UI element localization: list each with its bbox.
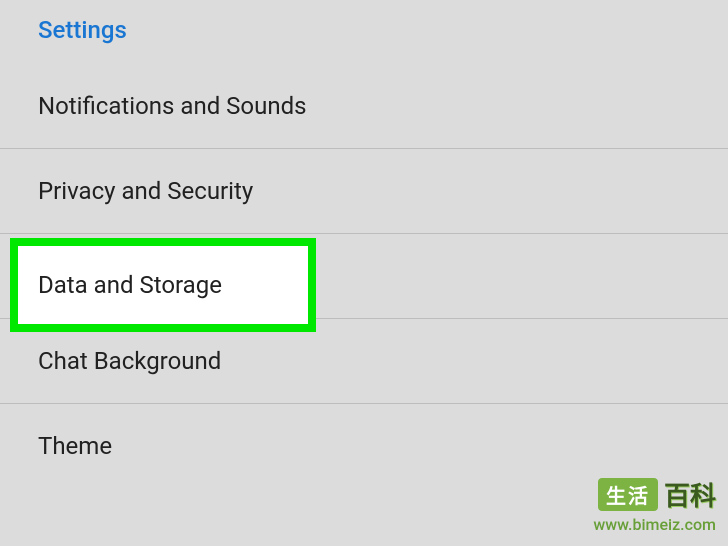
watermark-badge: 生活 bbox=[598, 478, 658, 511]
settings-item-label: Chat Background bbox=[38, 347, 221, 375]
settings-item-label: Theme bbox=[38, 432, 112, 460]
settings-item-label: Notifications and Sounds bbox=[38, 92, 307, 120]
settings-item-label: Data and Storage bbox=[38, 262, 222, 290]
watermark-url: www.bimeiz.com bbox=[593, 515, 716, 534]
settings-item-notifications[interactable]: Notifications and Sounds bbox=[0, 64, 728, 149]
settings-item-privacy[interactable]: Privacy and Security bbox=[0, 149, 728, 234]
section-title: Settings bbox=[0, 0, 728, 64]
settings-list: Settings Notifications and Sounds Privac… bbox=[0, 0, 728, 546]
settings-item-data-storage[interactable]: Data and Storage bbox=[0, 234, 728, 319]
watermark-chars: 百科 bbox=[664, 476, 716, 513]
watermark: 生活 百科 www.bimeiz.com bbox=[593, 476, 716, 534]
settings-item-label: Privacy and Security bbox=[38, 177, 253, 205]
watermark-top: 生活 百科 bbox=[593, 476, 716, 513]
settings-item-chat-background[interactable]: Chat Background bbox=[0, 319, 728, 404]
